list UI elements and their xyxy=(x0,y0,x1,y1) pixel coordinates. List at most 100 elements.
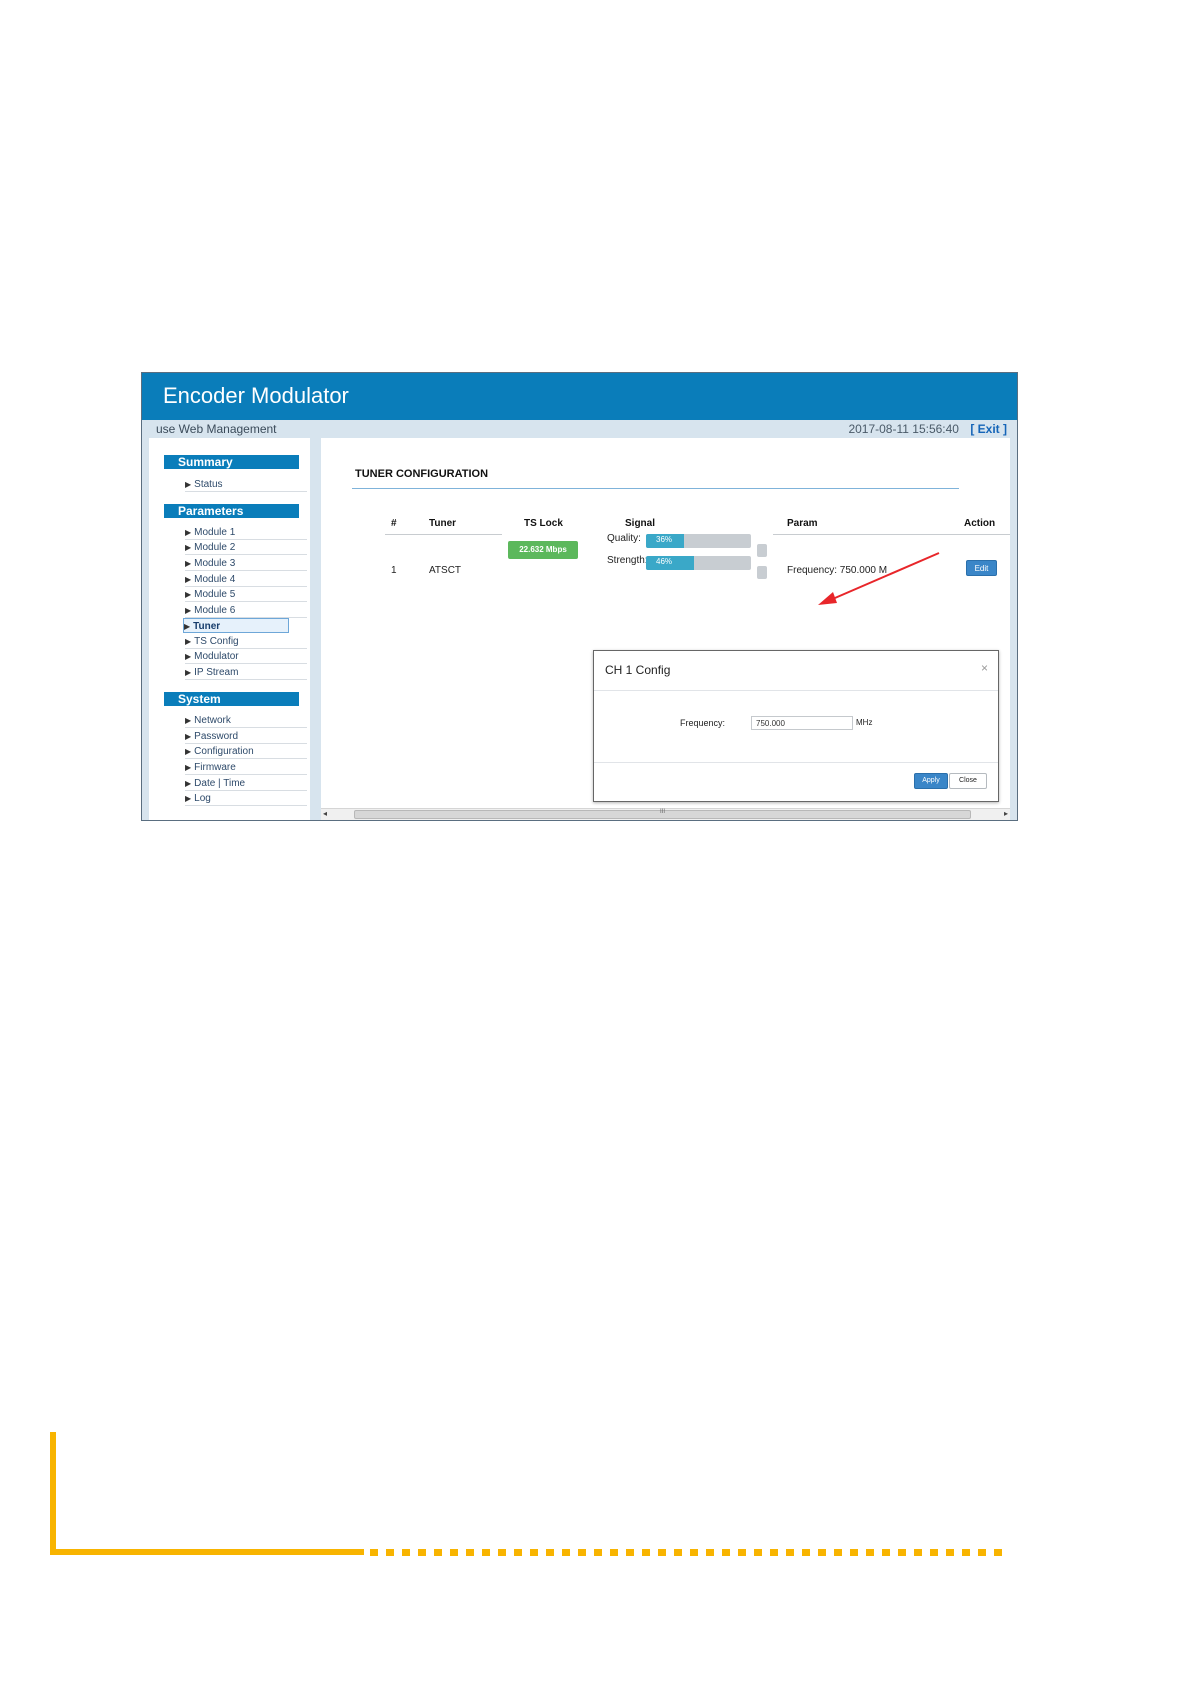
sidebar-divider xyxy=(310,438,321,820)
strength-progress-bar: 46% xyxy=(646,556,751,570)
scroll-right-icon[interactable]: ▸ xyxy=(1004,809,1008,818)
triangle-right-icon: ▶ xyxy=(185,794,192,803)
sidebar-item-status[interactable]: ▶ Status xyxy=(185,477,307,492)
sidebar-item-label: Module 5 xyxy=(194,589,236,600)
header-right: 2017-08-11 15:56:40 [ Exit ] xyxy=(848,422,1007,436)
strength-label: Strength: xyxy=(607,555,648,566)
sub-header-bar: use Web Management 2017-08-11 15:56:40 [… xyxy=(142,420,1017,438)
triangle-right-icon: ▶ xyxy=(185,732,192,741)
app-screenshot: Encoder Modulator use Web Management 201… xyxy=(141,372,1018,821)
triangle-right-icon: ▶ xyxy=(185,528,192,537)
horizontal-scrollbar[interactable]: ◂ III ▸ xyxy=(321,808,1010,820)
sidebar-item-label: Module 4 xyxy=(194,574,236,585)
frequency-input[interactable] xyxy=(751,716,853,730)
row-index: 1 xyxy=(391,565,397,576)
main-content: TUNER CONFIGURATION # Tuner TS Lock Sign… xyxy=(321,438,1010,808)
sidebar-section-system: System xyxy=(164,692,299,706)
sidebar-item-log[interactable]: ▶ Log xyxy=(185,791,307,806)
sidebar-item-ts-config[interactable]: ▶ TS Config xyxy=(185,634,307,649)
close-icon[interactable]: × xyxy=(981,661,988,675)
triangle-right-icon: ▶ xyxy=(185,480,192,489)
sidebar-item-label: Module 2 xyxy=(194,542,236,553)
strength-value: 46% xyxy=(656,557,673,566)
sidebar-item-module-1[interactable]: ▶ Module 1 xyxy=(185,525,307,540)
page-title: TUNER CONFIGURATION xyxy=(355,468,489,480)
sidebar-item-module-4[interactable]: ▶ Module 4 xyxy=(185,572,307,587)
sidebar-item-label: Date | Time xyxy=(194,778,246,789)
column-header-ts-lock: TS Lock xyxy=(524,518,563,529)
triangle-right-icon: ▶ xyxy=(185,779,192,788)
app-header: Encoder Modulator xyxy=(142,373,1017,420)
management-label: use Web Management xyxy=(156,422,277,436)
decorative-corner-horizontal xyxy=(50,1549,364,1555)
triangle-right-icon: ▶ xyxy=(185,652,192,661)
scroll-left-icon[interactable]: ◂ xyxy=(323,809,327,818)
sidebar-item-module-5[interactable]: ▶ Module 5 xyxy=(185,587,307,602)
sidebar-item-label: Configuration xyxy=(194,746,254,757)
quality-progress-bar: 36% xyxy=(646,534,751,548)
triangle-right-icon: ▶ xyxy=(185,590,192,599)
sidebar-section-summary: Summary xyxy=(164,455,299,469)
triangle-right-icon: ▶ xyxy=(185,716,192,725)
sidebar-item-firmware[interactable]: ▶ Firmware xyxy=(185,760,307,775)
sidebar-item-modulator[interactable]: ▶ Modulator xyxy=(185,649,307,664)
exit-link[interactable]: [ Exit ] xyxy=(970,422,1007,436)
sidebar-item-module-6[interactable]: ▶ Module 6 xyxy=(185,603,307,618)
column-header-index: # xyxy=(391,518,397,529)
row-param: Frequency: 750.000 M xyxy=(787,565,888,576)
scroll-grip-icon: III xyxy=(660,809,666,815)
apply-button[interactable]: Apply xyxy=(914,773,948,789)
triangle-right-icon: ▶ xyxy=(184,622,191,631)
sidebar-item-label: Password xyxy=(194,731,239,742)
sidebar-item-label: Module 1 xyxy=(194,527,236,538)
sidebar-item-date-time[interactable]: ▶ Date | Time xyxy=(185,776,307,791)
modal-footer-divider xyxy=(594,762,998,763)
modal-header-divider xyxy=(594,690,998,691)
triangle-right-icon: ▶ xyxy=(185,637,192,646)
scrollbar-thumb[interactable]: III xyxy=(354,809,971,819)
triangle-right-icon: ▶ xyxy=(185,575,192,584)
edit-button[interactable]: Edit xyxy=(966,560,997,576)
sidebar-item-label: Modulator xyxy=(194,651,239,662)
sidebar-item-label: Module 3 xyxy=(194,558,236,569)
sidebar-item-label: Network xyxy=(194,715,231,726)
sidebar-item-label: Status xyxy=(194,479,223,490)
sidebar: Summary ▶ Status Parameters ▶ Module 1 ▶ Mo… xyxy=(149,438,310,820)
triangle-right-icon: ▶ xyxy=(185,606,192,615)
sidebar-item-module-2[interactable]: ▶ Module 2 xyxy=(185,540,307,555)
sidebar-item-configuration[interactable]: ▶ Configuration xyxy=(185,744,307,759)
header-underline xyxy=(773,534,1010,535)
datetime-display: 2017-08-11 15:56:40 xyxy=(848,422,959,436)
header-underline xyxy=(385,534,502,535)
column-header-param: Param xyxy=(787,518,818,529)
frequency-unit: MHz xyxy=(856,718,873,727)
quality-label: Quality: xyxy=(607,533,641,544)
sidebar-item-network[interactable]: ▶ Network xyxy=(185,713,307,728)
close-button[interactable]: Close xyxy=(949,773,987,789)
row-tuner: ATSCT xyxy=(429,565,462,576)
decorative-dotted-line xyxy=(370,1549,1010,1556)
quality-value: 36% xyxy=(656,535,673,544)
column-header-action: Action xyxy=(964,518,996,529)
title-divider xyxy=(352,488,959,489)
column-header-signal: Signal xyxy=(625,518,656,529)
config-modal: CH 1 Config × Frequency: MHz Apply Close xyxy=(593,650,999,802)
sidebar-item-module-3[interactable]: ▶ Module 3 xyxy=(185,556,307,571)
triangle-right-icon: ▶ xyxy=(185,763,192,772)
column-header-tuner: Tuner xyxy=(429,518,457,529)
triangle-right-icon: ▶ xyxy=(185,559,192,568)
signal-side-tab xyxy=(757,544,767,557)
main-right-strip xyxy=(1010,438,1017,820)
sidebar-item-label: Tuner xyxy=(193,621,221,632)
modal-title: CH 1 Config xyxy=(605,663,671,677)
sidebar-left-strip xyxy=(142,438,149,820)
sidebar-item-password[interactable]: ▶ Password xyxy=(185,729,307,744)
triangle-right-icon: ▶ xyxy=(185,668,192,677)
decorative-corner-vertical xyxy=(50,1432,56,1555)
sidebar-item-ip-stream[interactable]: ▶ IP Stream xyxy=(185,665,307,680)
sidebar-item-label: Module 6 xyxy=(194,605,236,616)
app-title: Encoder Modulator xyxy=(163,383,349,408)
sidebar-item-label: Firmware xyxy=(194,762,236,773)
triangle-right-icon: ▶ xyxy=(185,747,192,756)
sidebar-item-tuner[interactable]: ▶ Tuner xyxy=(183,618,289,633)
